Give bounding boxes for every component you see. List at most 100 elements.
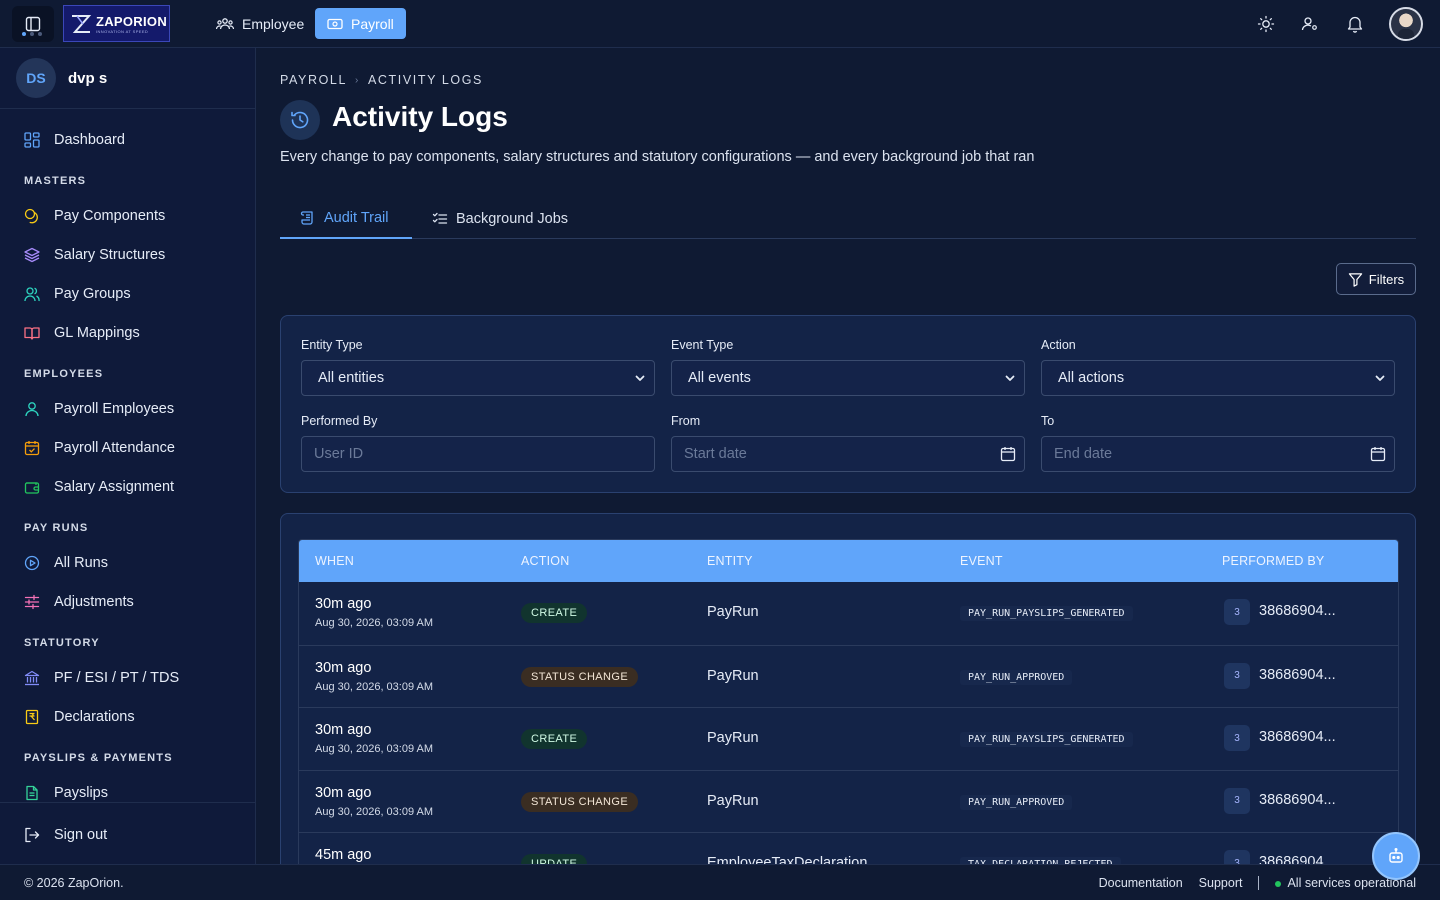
row-performed-by[interactable]: 38686904... <box>1259 792 1336 808</box>
sidebar-item-salary-assignment[interactable]: Salary Assignment <box>24 475 174 499</box>
filters-button[interactable]: Filters <box>1336 263 1416 295</box>
sidebar-item-all-runs[interactable]: All Runs <box>24 551 108 575</box>
chevron-down-icon <box>1005 375 1015 381</box>
from-date-placeholder: Start date <box>684 446 747 462</box>
event-type-select[interactable]: All events <box>671 360 1025 396</box>
sidebar-item-label: Salary Structures <box>54 247 166 263</box>
row-timestamp: Aug 30, 2026, 03:09 AM <box>315 617 434 629</box>
breadcrumb: PAYROLL › ACTIVITY LOGS <box>280 73 483 87</box>
title-icon-badge <box>280 100 320 140</box>
sign-out-label: Sign out <box>54 827 108 843</box>
filter-panel: Entity Type All entities Event Type All … <box>280 315 1416 493</box>
tab-audit-trail[interactable]: Audit Trail <box>280 198 412 239</box>
breadcrumb-activity-logs: ACTIVITY LOGS <box>367 73 483 87</box>
sidebar-item-pf-esi-pt-tds[interactable]: PF / ESI / PT / TDS <box>24 666 179 690</box>
file-text-icon <box>26 785 38 801</box>
calendar-check-icon <box>24 441 40 456</box>
sidebar-item-payroll-employees[interactable]: Payroll Employees <box>24 397 174 421</box>
to-date-input[interactable]: End date <box>1041 436 1395 472</box>
filter-icon <box>1348 272 1362 287</box>
column-header-event[interactable]: EVENT <box>960 554 1003 568</box>
logo-brand-text: ZAPORION <box>96 13 168 29</box>
row-performed-by[interactable]: 38686904... <box>1259 729 1336 745</box>
audit-table: WHEN ACTION ENTITY EVENT PERFORMED BY 30… <box>298 539 1399 864</box>
assistant-chat-button[interactable] <box>1372 832 1420 880</box>
module-payroll-button[interactable]: Payroll <box>315 8 406 39</box>
user-badge: 3 <box>1224 662 1250 689</box>
banknote-icon <box>327 18 343 29</box>
layers-icon <box>24 247 40 263</box>
sidebar-item-pay-components[interactable]: Pay Components <box>24 204 165 228</box>
sidebar-item-label: Salary Assignment <box>54 479 175 495</box>
user-settings-icon <box>1301 17 1317 31</box>
sidebar-item-payroll-attendance[interactable]: Payroll Attendance <box>24 436 175 460</box>
tab-background-jobs[interactable]: Background Jobs <box>412 198 588 239</box>
tab-bar: Audit Trail Background Jobs <box>280 198 1416 239</box>
footer-documentation-link[interactable]: Documentation <box>1099 876 1183 890</box>
action-badge: CREATE <box>521 603 588 623</box>
row-entity: PayRun <box>707 604 759 620</box>
table-header: WHEN ACTION ENTITY EVENT PERFORMED BY <box>299 540 1398 582</box>
row-entity: PayRun <box>707 730 759 746</box>
profile-avatar[interactable] <box>1389 7 1423 41</box>
action-select[interactable]: All actions <box>1041 360 1395 396</box>
zaporion-logo[interactable]: ZAPORION INNOVATION AT SPEED <box>63 5 170 42</box>
row-performed-by[interactable]: 38686904... <box>1259 603 1336 619</box>
calendar-icon[interactable] <box>1000 446 1016 462</box>
sidebar-item-pay-groups[interactable]: Pay Groups <box>24 282 131 306</box>
sidebar: DS dvp s Dashboard MASTERS Pay Component… <box>0 48 256 864</box>
top-bar: ZAPORION INNOVATION AT SPEED Employee Pa… <box>0 0 1440 48</box>
table-row[interactable]: 30m ago Aug 30, 2026, 03:09 AM STATUS CHAN… <box>299 769 1398 832</box>
column-header-entity[interactable]: ENTITY <box>707 554 753 568</box>
sidebar-toggle-button[interactable] <box>12 6 54 42</box>
module-payroll-label: Payroll <box>351 15 394 32</box>
status-dot-icon <box>1275 881 1282 887</box>
scroll-text-icon <box>300 210 313 225</box>
performed-by-input[interactable]: User ID <box>301 436 655 472</box>
row-when: 30m ago <box>315 784 372 801</box>
sun-icon <box>1257 15 1275 33</box>
from-date-input[interactable]: Start date <box>671 436 1025 472</box>
from-label: From <box>671 414 701 428</box>
chevron-down-icon <box>1375 375 1385 381</box>
module-employee-button[interactable]: Employee <box>204 8 316 39</box>
entity-type-select[interactable]: All entities <box>301 360 655 396</box>
sidebar-section-employees: EMPLOYEES <box>24 368 104 380</box>
footer-support-link[interactable]: Support <box>1199 876 1243 890</box>
team-icon <box>216 17 234 29</box>
row-timestamp: Aug 30, 2026, 03:09 AM <box>315 680 434 693</box>
to-label: To <box>1041 414 1055 428</box>
sidebar-item-label: Pay Groups <box>54 286 131 302</box>
row-when: 45m ago <box>315 847 372 863</box>
row-performed-by[interactable]: 38686904... <box>1259 854 1336 864</box>
user-settings-button[interactable] <box>1300 14 1320 34</box>
table-row[interactable]: 30m ago Aug 30, 2026, 03:09 AM CREATE PayRu… <box>299 707 1398 770</box>
tab-label: Audit Trail <box>324 209 389 226</box>
table-row[interactable]: 45m ago UPDATE EmployeeTaxDeclaration TAX_D… <box>299 832 1398 864</box>
event-type-label: Event Type <box>671 338 734 352</box>
users-icon <box>24 287 40 302</box>
sidebar-item-salary-structures[interactable]: Salary Structures <box>24 243 165 267</box>
sidebar-item-label: Declarations <box>54 709 135 725</box>
breadcrumb-payroll[interactable]: PAYROLL <box>280 73 347 87</box>
column-header-performed-by[interactable]: PERFORMED BY <box>1222 554 1324 568</box>
sidebar-item-declarations[interactable]: Declarations <box>24 705 135 729</box>
user-profile-block[interactable]: DS dvp s <box>0 48 255 109</box>
table-row[interactable]: 30m ago Aug 30, 2026, 03:09 AM STATUS CHAN… <box>299 644 1398 707</box>
calendar-icon[interactable] <box>1370 446 1386 462</box>
sidebar-item-label: Adjustments <box>54 594 134 610</box>
sidebar-toggle-icon <box>25 16 41 32</box>
row-performed-by[interactable]: 38686904... <box>1259 667 1336 683</box>
notifications-button[interactable] <box>1345 14 1365 34</box>
action-badge: STATUS CHANGE <box>521 791 639 812</box>
table-row[interactable]: 30m ago Aug 30, 2026, 03:09 AM CREATE PayRu… <box>299 582 1398 645</box>
sidebar-item-adjustments[interactable]: Adjustments <box>24 590 134 614</box>
sign-out-button[interactable]: Sign out <box>24 823 107 847</box>
performed-by-placeholder: User ID <box>314 446 364 462</box>
page-title: Activity Logs <box>332 101 508 132</box>
sidebar-item-dashboard[interactable]: Dashboard <box>24 128 125 152</box>
column-header-when[interactable]: WHEN <box>315 554 354 568</box>
column-header-action[interactable]: ACTION <box>521 554 569 568</box>
sidebar-item-gl-mappings[interactable]: GL Mappings <box>24 321 140 345</box>
theme-toggle-button[interactable] <box>1256 14 1276 34</box>
